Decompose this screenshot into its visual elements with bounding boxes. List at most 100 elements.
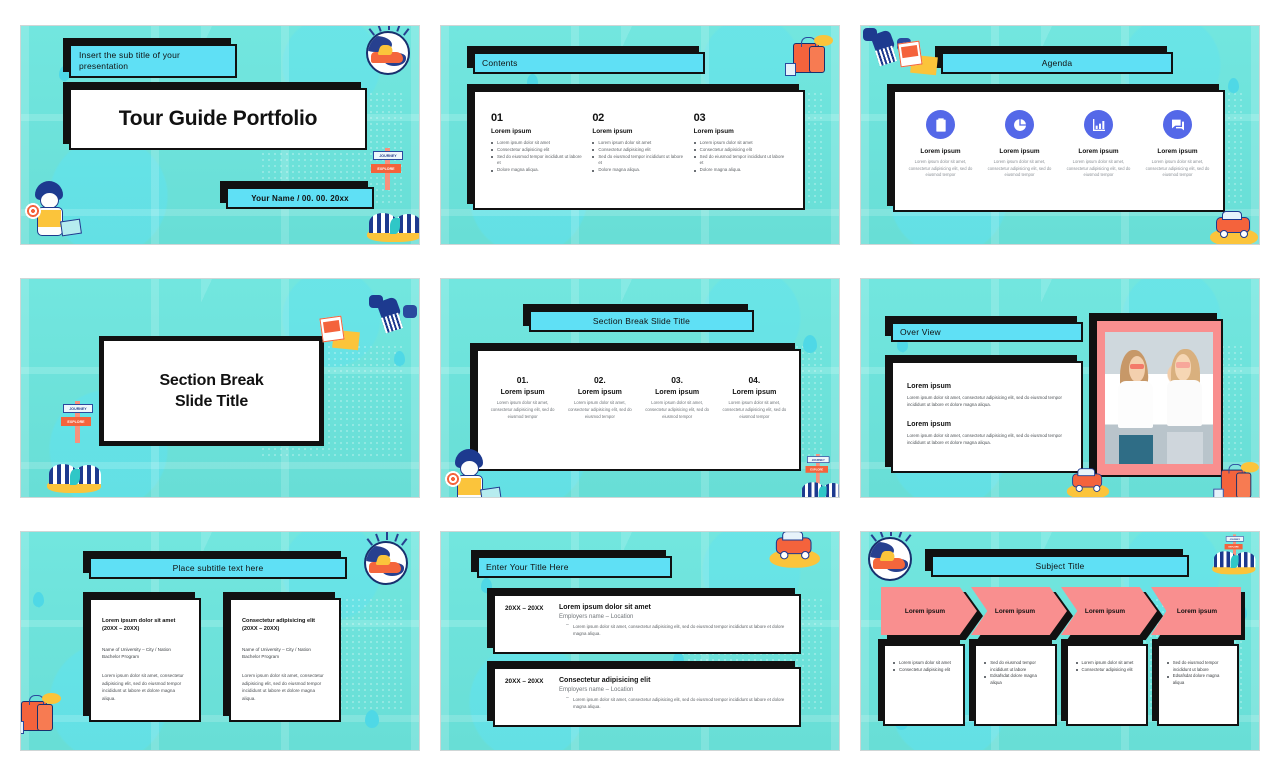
experience-row: 20XX – 20XX Consectetur adipisicing elit…: [487, 661, 801, 727]
experience-subheading: Employers name – Location: [559, 614, 634, 620]
education-card: Consectetur adipisicing elit (20XX – 20X…: [223, 592, 341, 722]
agenda-item[interactable]: Lorem ipsum Lorem ipsum dolor sit amet, …: [1138, 110, 1217, 179]
slide-section-break-columns[interactable]: JOURNEY EXPLORE Section Break Slide Titl…: [440, 278, 840, 498]
slide4-title-box[interactable]: Section Break Slide Title: [99, 336, 324, 446]
slide5-title-text: Section Break Slide Title: [592, 316, 691, 326]
slide-education[interactable]: Place subtitle text here Lorem ipsum dol…: [20, 531, 420, 751]
over-view-block-heading: Lorem ipsum: [907, 383, 951, 390]
column-number: 01: [491, 112, 503, 124]
process-arrow[interactable]: Lorem ipsum: [1151, 587, 1241, 635]
column-heading: Lorem ipsum: [732, 389, 777, 396]
slide1-title-box[interactable]: Tour Guide Portfolio: [63, 82, 367, 150]
column-heading: Lorem ipsum: [655, 389, 700, 396]
process-arrow-row: Lorem ipsum Lorem ipsum Lorem ipsum Lore…: [881, 587, 1245, 640]
column-number: 03.: [671, 375, 684, 385]
process-arrow[interactable]: Lorem ipsum: [881, 587, 977, 635]
process-arrow-label: Lorem ipsum: [1084, 607, 1126, 615]
column-heading: Lorem ipsum: [500, 389, 545, 396]
slide1-subtitle-bar[interactable]: Insert the sub title of your presentatio…: [63, 38, 237, 78]
column-number: 03: [693, 112, 706, 124]
map-pin-icon: [803, 335, 817, 353]
column-heading: Lorem ipsum: [693, 128, 734, 135]
slide2-title-bar[interactable]: Contents: [467, 46, 705, 74]
slide6-title-text: Over View: [900, 327, 941, 337]
card-bullets: Lorem ipsum dolor sit amet Consectetur a…: [1066, 644, 1148, 673]
bar-chart-growth-icon: [1084, 110, 1113, 139]
column-number: 02: [592, 112, 604, 124]
slide-subject-title-process[interactable]: JOURNEY EXPLORE Subject Title Lorem ipsu…: [860, 531, 1260, 751]
process-detail-card: Lorem ipsum dolor sit amet Consectetur a…: [878, 639, 966, 726]
slide4-title-line2: Slide Title: [174, 393, 249, 410]
pie-chart-icon: [1005, 110, 1034, 139]
map-pin-icon: [33, 592, 44, 607]
contents-column: 03 Lorem ipsum Lorem ipsum dolor sit ame…: [693, 112, 787, 174]
slide-title[interactable]: JOURNEY EXPLORE Insert the sub title of …: [20, 25, 420, 245]
slide6-title-bar[interactable]: Over View: [885, 316, 1083, 342]
slide-deck-grid: JOURNEY EXPLORE Insert the sub title of …: [0, 0, 1280, 760]
agenda-item-desc: Lorem ipsum dolor sit amet, consectetur …: [1066, 159, 1131, 178]
contents-column: 01 Lorem ipsum Lorem ipsum dolor sit ame…: [491, 112, 584, 174]
column-desc: Lorem ipsum dolor sit amet, consectetur …: [490, 400, 555, 419]
slide6-text-box: Lorem ipsum Lorem ipsum dolor sit amet, …: [885, 355, 1083, 473]
column-number: 02.: [593, 375, 606, 385]
agenda-item[interactable]: Lorem ipsum Lorem ipsum dolor sit amet, …: [901, 110, 980, 179]
numbered-column: 02. Lorem ipsum Lorem ipsum dolor sit am…: [561, 375, 638, 420]
contents-column: 02 Lorem ipsum Lorem ipsum dolor sit ame…: [592, 112, 685, 174]
agenda-item[interactable]: Lorem ipsum Lorem ipsum dolor sit amet, …: [1059, 110, 1138, 179]
experience-row: 20XX – 20XX Lorem ipsum dolor sit amet E…: [487, 588, 801, 654]
column-bullets: Lorem ipsum dolor sit amet Consectetur a…: [693, 140, 787, 174]
column-bullets: Lorem ipsum dolor sit amet Consectetur a…: [592, 140, 685, 174]
slide1-byline-bar[interactable]: Your Name / 00. 00. 20xx: [220, 181, 374, 209]
numbered-column: 04. Lorem ipsum Lorem ipsum dolor sit am…: [716, 375, 793, 420]
education-card: Lorem ipsum dolor sit amet (20XX – 20XX)…: [83, 592, 201, 722]
slide1-subtitle-text: Insert the sub title of your presentatio…: [79, 49, 181, 71]
slide9-title-bar[interactable]: Subject Title: [925, 549, 1189, 577]
card-bullets: Lorem ipsum dolor sit amet Consectetur a…: [883, 644, 965, 673]
process-arrow-label: Lorem ipsum: [904, 607, 946, 615]
slide5-content-box: 01. Lorem ipsum Lorem ipsum dolor sit am…: [470, 343, 801, 471]
slide-over-view[interactable]: Over View Lorem ipsum Lorem ipsum dolor …: [860, 278, 1260, 498]
map-pin-icon: [365, 710, 379, 728]
process-detail-row: Lorem ipsum dolor sit amet Consectetur a…: [878, 639, 1239, 726]
education-card-body: Lorem ipsum dolor sit amet, consectetur …: [242, 673, 324, 701]
education-card-heading: Consectetur adipisicing elit (20XX – 20X…: [242, 618, 316, 633]
slide7-title-bar[interactable]: Place subtitle text here: [83, 551, 347, 579]
slide6-photo-frame[interactable]: [1089, 313, 1223, 477]
column-heading: Lorem ipsum: [592, 128, 633, 135]
experience-subheading: Employers name – Location: [559, 687, 634, 693]
slide4-title-line1: Section Break: [159, 371, 264, 389]
process-detail-card: Sed do eiusmod tempor incididunt ut labo…: [969, 639, 1057, 726]
agenda-item-heading: Lorem ipsum: [999, 148, 1040, 155]
experience-years: 20XX – 20XX: [505, 678, 544, 685]
slide2-title-text: Contents: [482, 58, 518, 68]
column-number: 01.: [516, 375, 529, 385]
column-desc: Lorem ipsum dolor sit amet, consectetur …: [567, 400, 632, 419]
slide9-title-text: Subject Title: [1035, 561, 1085, 571]
process-detail-card: Lorem ipsum dolor sit amet Consectetur a…: [1060, 639, 1148, 726]
slide1-byline-text: Your Name / 00. 00. 20xx: [251, 193, 349, 203]
slide8-title-bar[interactable]: Enter Your Title Here: [471, 550, 672, 578]
agenda-item-desc: Lorem ipsum dolor sit amet, consectetur …: [908, 159, 973, 178]
experience-years: 20XX – 20XX: [505, 605, 544, 612]
slide7-title-text: Place subtitle text here: [172, 563, 264, 573]
slide-agenda[interactable]: Agenda Lorem ipsum Lorem ipsum dolor sit…: [860, 25, 1260, 245]
slide3-title-bar[interactable]: Agenda: [935, 46, 1173, 74]
column-heading: Lorem ipsum: [577, 389, 622, 396]
process-arrow[interactable]: Lorem ipsum: [971, 587, 1067, 635]
slide-section-break[interactable]: JOURNEY EXPLORE Section Break Slide Titl…: [20, 278, 420, 498]
slide-experience[interactable]: Enter Your Title Here 20XX – 20XX Lorem …: [440, 531, 840, 751]
column-bullets: Lorem ipsum dolor sit amet Consectetur a…: [491, 140, 584, 174]
agenda-item-heading: Lorem ipsum: [1078, 148, 1119, 155]
slide8-title-text: Enter Your Title Here: [486, 562, 569, 572]
chat-bubbles-icon: [1163, 110, 1192, 139]
over-view-block-body: Lorem ipsum dolor sit amet, consectetur …: [907, 433, 1062, 446]
column-heading: Lorem ipsum: [491, 128, 532, 135]
agenda-item-heading: Lorem ipsum: [1157, 148, 1198, 155]
education-card-heading: Lorem ipsum dolor sit amet (20XX – 20XX): [102, 618, 176, 633]
agenda-item[interactable]: Lorem ipsum Lorem ipsum dolor sit amet, …: [980, 110, 1059, 179]
slide5-title-bar[interactable]: Section Break Slide Title: [523, 304, 754, 332]
experience-bullets: Lorem ipsum dolor sit amet, consectetur …: [559, 622, 789, 638]
slide-contents[interactable]: Contents 01 Lorem ipsum Lorem ipsum dolo…: [440, 25, 840, 245]
process-arrow[interactable]: Lorem ipsum: [1061, 587, 1157, 635]
agenda-item-desc: Lorem ipsum dolor sit amet, consectetur …: [1145, 159, 1210, 178]
